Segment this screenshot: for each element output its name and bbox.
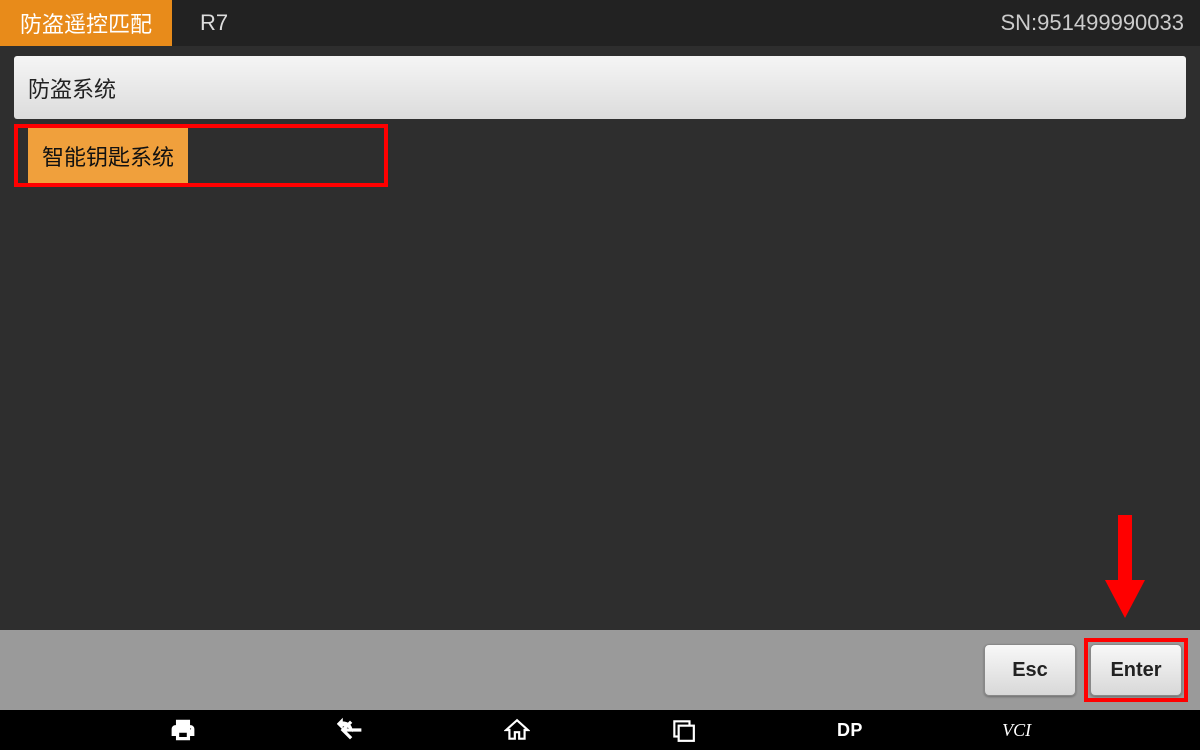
enter-button[interactable]: Enter — [1090, 644, 1182, 696]
nav-back-icon[interactable] — [320, 710, 380, 750]
nav-home-icon[interactable] — [487, 710, 547, 750]
nav-print-icon[interactable] — [153, 710, 213, 750]
menu-item-anti-theft-system[interactable]: 防盗系统 — [14, 56, 1186, 119]
menu-item-label: 智能钥匙系统 — [42, 140, 174, 172]
serial-number: SN:951499990033 — [1001, 10, 1200, 36]
menu-list: 防盗系统 智能钥匙系统 — [0, 46, 1200, 202]
nav-vci-button[interactable]: VCI — [987, 710, 1047, 750]
page-title: 防盗遥控匹配 — [0, 0, 172, 46]
device-model: R7 — [172, 10, 228, 36]
esc-button[interactable]: Esc — [984, 644, 1076, 696]
annotation-arrow-icon — [1100, 510, 1150, 620]
nav-recent-icon[interactable] — [653, 710, 713, 750]
menu-item-label: 防盗系统 — [28, 72, 116, 104]
header-bar: 防盗遥控匹配 R7 SN:951499990033 — [0, 0, 1200, 46]
system-nav-bar: DP VCI — [0, 710, 1200, 750]
footer-toolbar: Esc Enter — [0, 630, 1200, 710]
menu-item-smart-key-system[interactable]: 智能钥匙系统 — [14, 124, 1186, 187]
nav-dp-button[interactable]: DP — [820, 710, 880, 750]
